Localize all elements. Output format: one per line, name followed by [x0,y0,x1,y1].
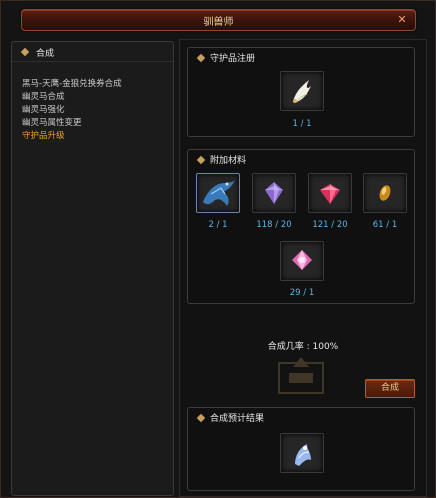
material-count-dragon: 2 / 1 [208,220,228,230]
menu-item-guardian-upgrade[interactable]: 守护品升级 [22,130,122,143]
diamond-bullet-icon [196,413,206,423]
menu-item-voucher-synthesis[interactable]: 黑马-天鹰-金狼兑换券合成 [22,78,122,91]
menu-item-ghost-horse-synthesis[interactable]: 幽灵马合成 [22,91,122,104]
result-guardian-icon [295,444,311,466]
guardian-register-title: 守护品注册 [210,54,256,64]
materials-title: 附加材料 [210,156,247,166]
craft-button[interactable]: 合成 [365,379,415,398]
red-gem-icon [320,184,340,204]
diamond-bullet-icon [196,155,206,165]
pink-jewel-icon [292,250,312,270]
synthesis-menu-list: 黑马-天鹰-金狼兑换券合成 幽灵马合成 幽灵马强化 幽灵马属性变更 守护品升级 [22,78,122,143]
material-slot-pink-jewel[interactable] [280,241,324,281]
menu-item-ghost-horse-enhance[interactable]: 幽灵马强化 [22,104,122,117]
guardian-wings-icon [293,80,311,103]
result-item-slot[interactable] [280,433,324,473]
purple-gem-icon [265,182,283,204]
guild-emblem-icon [278,357,324,394]
material-slot-dragon[interactable] [196,173,240,213]
menu-item-ghost-horse-attribute-change[interactable]: 幽灵马属性变更 [22,117,122,130]
blue-dragon-icon [203,180,235,206]
diamond-bullet-icon [196,53,206,63]
synthesis-menu-panel: 合成 黑马-天鹰-金狼兑换券合成 幽灵马合成 幽灵马强化 幽灵马属性变更 守护品… [11,41,174,496]
material-count-gold-capsule: 61 / 1 [372,220,398,230]
synthesis-rate-text: 合成几率 : 100% [267,342,339,352]
trainer-window: 驯兽师 ✕ 合成 黑马-天鹰-金狼兑换券合成 幽灵马合成 幽灵马强化 幽灵马属性… [0,0,436,498]
close-icon: ✕ [397,13,407,26]
material-count-purple-gem: 118 / 20 [256,220,292,230]
gold-capsule-icon [379,185,391,201]
guardian-count: 1 / 1 [292,119,312,129]
material-count-pink-jewel: 29 / 1 [289,288,315,298]
close-button[interactable]: ✕ [395,13,409,27]
window-title: 驯兽师 [203,17,234,28]
guardian-item-slot[interactable] [280,71,324,111]
material-count-red-gem: 121 / 20 [312,220,348,230]
expected-result-title: 合成预计结果 [210,414,265,424]
window-titlebar[interactable]: 驯兽师 ✕ [21,9,416,31]
material-slot-purple-gem[interactable] [252,173,296,213]
material-slot-red-gem[interactable] [308,173,352,213]
diamond-bullet-icon [20,47,30,57]
material-slot-gold-capsule[interactable] [363,173,407,213]
synthesis-menu-header: 合成 [12,42,173,62]
synthesis-menu-title: 合成 [36,49,55,59]
